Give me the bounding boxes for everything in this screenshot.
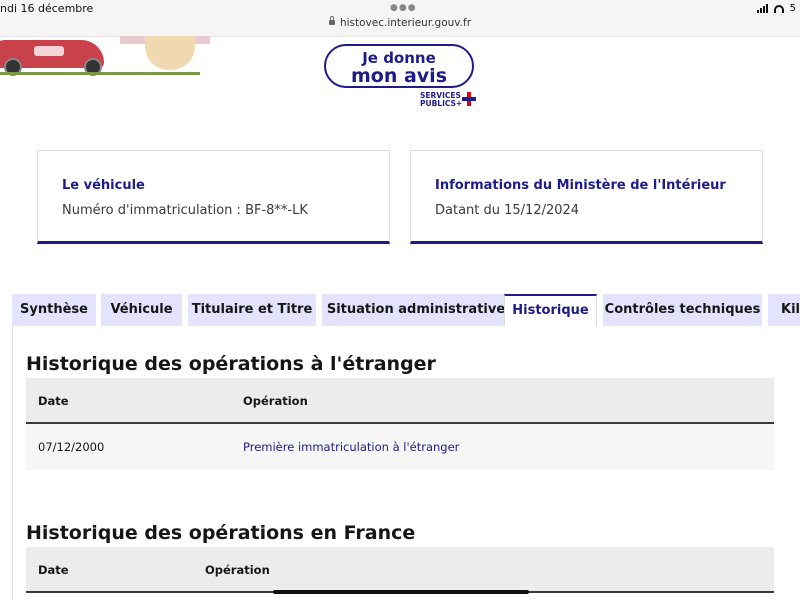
france-table-header: Date Opération [26,547,774,593]
row-operation: Première immatriculation à l'étranger [243,440,460,454]
column-date: Date [38,563,69,577]
tab-controles-techniques[interactable]: Contrôles techniques [603,294,762,326]
wifi-icon [773,4,784,13]
status-icons: 5 [756,3,796,14]
je-donne-mon-avis-button[interactable]: Je donne mon avis [324,44,474,88]
card-subtitle: Datant du 15/12/2024 [435,203,580,218]
ministry-info-card: Informations du Ministère de l'Intérieur… [410,150,763,244]
battery-level: 5 [789,3,796,14]
column-operation: Opération [205,563,270,577]
more-dots-icon[interactable]: ●●● [390,3,417,13]
tab-synthese[interactable]: Synthèse [12,294,96,326]
row-date: 07/12/2000 [38,440,105,454]
france-history-heading: Historique des opérations en France [26,522,416,544]
lock-icon [328,16,335,25]
foreign-history-heading: Historique des opérations à l'étranger [26,353,436,375]
tab-vehicule[interactable]: Véhicule [101,294,182,326]
avis-line1: Je donne [362,49,436,67]
url-text: histovec.interieur.gouv.fr [339,17,472,29]
signal-icon [756,4,768,13]
home-indicator[interactable] [273,590,529,594]
car-window [34,46,64,56]
card-subtitle: Numéro d'immatriculation : BF-8**-LK [62,203,308,218]
column-date: Date [38,394,69,408]
vehicle-card: Le véhicule Numéro d'immatriculation : B… [37,150,390,244]
card-title: Informations du Ministère de l'Intérieur [435,178,726,193]
tab-kilometrage[interactable]: Kilo [768,294,800,326]
services-publics-logo: SERVICES PUBLICS+ [420,92,462,108]
tab-situation-administrative[interactable]: Situation administrative [322,294,510,326]
foreign-table-header: Date Opération [26,378,774,424]
header-illustration [0,36,210,78]
card-title: Le véhicule [62,178,145,193]
column-operation: Opération [243,394,308,408]
plus-cross-icon [462,92,476,106]
avis-line2: mon avis [350,65,448,87]
tab-titulaire-et-titre[interactable]: Titulaire et Titre [188,294,316,326]
table-row: 07/12/2000 Première immatriculation à l'… [26,424,774,470]
tab-historique[interactable]: Historique [504,294,597,326]
status-date: ndi 16 décembre [0,2,94,15]
address-bar[interactable]: histovec.interieur.gouv.fr [0,16,800,29]
person-illustration [145,36,195,70]
ground-line [0,72,200,75]
tab-bar: Synthèse Véhicule Titulaire et Titre Sit… [12,294,800,326]
browser-status-bar: ndi 16 décembre ●●● histovec.interieur.g… [0,0,800,37]
brand-line2: PUBLICS+ [420,99,463,108]
